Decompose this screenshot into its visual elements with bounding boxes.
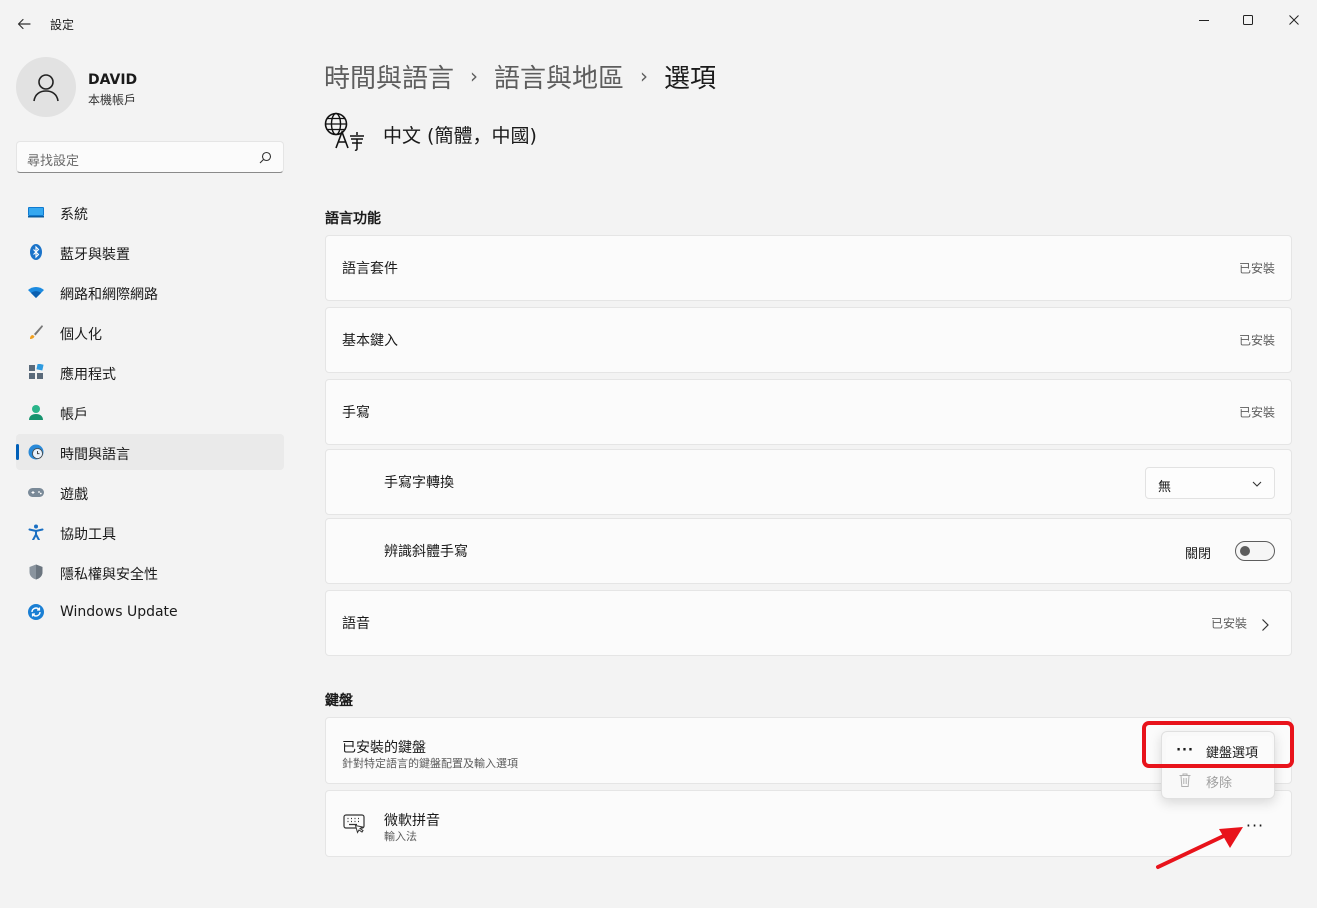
chevron-right-icon bbox=[1262, 619, 1269, 631]
apps-icon bbox=[28, 364, 44, 380]
menu-item-remove[interactable]: 移除 bbox=[1166, 766, 1272, 794]
breadcrumb-language-region[interactable]: 語言與地區 bbox=[494, 58, 624, 95]
update-icon bbox=[28, 604, 44, 620]
toggle-state-label: 關閉 bbox=[1184, 547, 1211, 562]
italic-handwriting-toggle[interactable] bbox=[1235, 541, 1275, 561]
trash-icon bbox=[1176, 772, 1194, 788]
card-speech[interactable]: 語音 已安裝 bbox=[325, 590, 1292, 656]
maximize-icon bbox=[1243, 15, 1253, 25]
arrow-left-icon bbox=[17, 18, 31, 30]
handwriting-status: 已安裝 bbox=[1238, 405, 1275, 420]
sidebar-item-label: 個人化 bbox=[60, 327, 102, 343]
minimize-icon bbox=[1199, 20, 1209, 21]
section-title-language-features: 語言功能 bbox=[325, 211, 381, 227]
language-icon bbox=[324, 112, 364, 151]
card-handwriting-conversion: 手寫字轉換 無 bbox=[325, 449, 1292, 515]
pinyin-label: 微軟拼音 bbox=[384, 813, 440, 829]
breadcrumb-time-language[interactable]: 時間與語言 bbox=[324, 58, 454, 95]
account-type: 本機帳戶 bbox=[88, 93, 137, 107]
keyboard-icon bbox=[343, 814, 365, 834]
search-input[interactable]: 尋找設定 bbox=[27, 150, 79, 169]
highlight-annotation bbox=[1142, 721, 1294, 768]
breadcrumb-separator: › bbox=[470, 64, 479, 88]
avatar bbox=[16, 57, 76, 117]
accessibility-icon bbox=[28, 524, 44, 540]
arrow-annotation-icon bbox=[1156, 827, 1243, 869]
sidebar-item-label: 遊戲 bbox=[60, 487, 88, 503]
basic-typing-label: 基本鍵入 bbox=[342, 333, 398, 349]
menu-item-label: 移除 bbox=[1206, 776, 1233, 791]
sidebar-item-accessibility[interactable]: 協助工具 bbox=[16, 514, 284, 550]
sidebar-item-label: 帳戶 bbox=[60, 407, 88, 423]
minimize-button[interactable] bbox=[1181, 4, 1227, 36]
installed-keyboards-label: 已安裝的鍵盤 bbox=[342, 740, 426, 756]
language-pack-label: 語言套件 bbox=[342, 261, 398, 277]
installed-keyboards-sublabel: 針對特定語言的鍵盤配置及輸入選項 bbox=[342, 757, 518, 770]
sidebar-item-apps[interactable]: 應用程式 bbox=[16, 354, 284, 390]
close-icon bbox=[1289, 15, 1299, 25]
handwriting-conversion-label: 手寫字轉換 bbox=[384, 475, 454, 491]
person-icon bbox=[28, 404, 44, 420]
speech-label: 語音 bbox=[342, 616, 370, 632]
sidebar-item-windows-update[interactable]: Windows Update bbox=[16, 594, 284, 630]
profile-name: DAVID bbox=[88, 72, 138, 88]
app-title: 設定 bbox=[50, 18, 75, 32]
card-microsoft-pinyin: 微軟拼音 輸入法 ··· bbox=[325, 790, 1292, 857]
user-profile[interactable]: DAVID 本機帳戶 bbox=[16, 56, 286, 120]
card-language-pack: 語言套件 已安裝 bbox=[325, 235, 1292, 301]
sidebar-item-personalization[interactable]: 個人化 bbox=[16, 314, 284, 350]
sidebar-item-privacy[interactable]: 隱私權與安全性 bbox=[16, 554, 284, 590]
dropdown-value: 無 bbox=[1158, 480, 1172, 495]
shield-icon bbox=[28, 564, 44, 580]
sidebar-item-label: 應用程式 bbox=[60, 367, 116, 383]
handwriting-conversion-dropdown[interactable]: 無 bbox=[1145, 467, 1275, 499]
sidebar-item-label: 網路和網際網路 bbox=[60, 287, 158, 303]
breadcrumb: 時間與語言 › 語言與地區 › 選項 bbox=[324, 56, 716, 96]
card-italic-handwriting: 辨識斜體手寫 關閉 bbox=[325, 518, 1292, 584]
sidebar-item-network[interactable]: 網路和網際網路 bbox=[16, 274, 284, 310]
search-icon bbox=[259, 151, 272, 164]
sidebar-item-label: 時間與語言 bbox=[60, 447, 130, 463]
bluetooth-icon bbox=[28, 244, 44, 260]
sidebar-item-gaming[interactable]: 遊戲 bbox=[16, 474, 284, 510]
maximize-button[interactable] bbox=[1225, 4, 1271, 36]
sidebar-nav: 系統 藍牙與裝置 網路和網際網路 個人化 應用程式 帳戶 時間與語言 遊戲 協助… bbox=[16, 194, 284, 634]
basic-typing-status: 已安裝 bbox=[1238, 333, 1275, 348]
speech-status: 已安裝 bbox=[1210, 616, 1247, 631]
italic-handwriting-label: 辨識斜體手寫 bbox=[384, 544, 468, 560]
sidebar-item-system[interactable]: 系統 bbox=[16, 194, 284, 230]
sidebar-item-time-language[interactable]: 時間與語言 bbox=[16, 434, 284, 470]
back-button[interactable] bbox=[12, 12, 36, 36]
gamepad-icon bbox=[28, 484, 44, 500]
sidebar-item-bluetooth[interactable]: 藍牙與裝置 bbox=[16, 234, 284, 270]
card-basic-typing: 基本鍵入 已安裝 bbox=[325, 307, 1292, 373]
chevron-down-icon bbox=[1252, 481, 1262, 487]
close-button[interactable] bbox=[1271, 4, 1317, 36]
sidebar-item-label: 協助工具 bbox=[60, 527, 116, 543]
sidebar-item-accounts[interactable]: 帳戶 bbox=[16, 394, 284, 430]
page-title: 選項 bbox=[664, 63, 717, 94]
sidebar-item-label: 隱私權與安全性 bbox=[60, 567, 158, 583]
sidebar-item-label: Windows Update bbox=[60, 604, 178, 620]
language-pack-status: 已安裝 bbox=[1238, 261, 1275, 276]
title-bar: 設定 bbox=[0, 0, 1317, 48]
brush-icon bbox=[28, 324, 44, 340]
sidebar-item-label: 藍牙與裝置 bbox=[60, 247, 130, 263]
wifi-icon bbox=[28, 284, 44, 300]
language-title: 中文 (簡體，中國) bbox=[383, 125, 537, 147]
globe-clock-icon bbox=[28, 444, 44, 460]
toggle-knob bbox=[1240, 546, 1250, 556]
sidebar-item-label: 系統 bbox=[60, 207, 88, 223]
person-icon bbox=[33, 74, 59, 102]
section-title-keyboard: 鍵盤 bbox=[325, 693, 353, 709]
breadcrumb-separator: › bbox=[640, 64, 649, 88]
card-handwriting: 手寫 已安裝 bbox=[325, 379, 1292, 445]
handwriting-label: 手寫 bbox=[342, 405, 370, 421]
pinyin-sublabel: 輸入法 bbox=[384, 830, 417, 843]
search-box[interactable]: 尋找設定 bbox=[16, 141, 284, 173]
system-icon bbox=[28, 204, 44, 220]
